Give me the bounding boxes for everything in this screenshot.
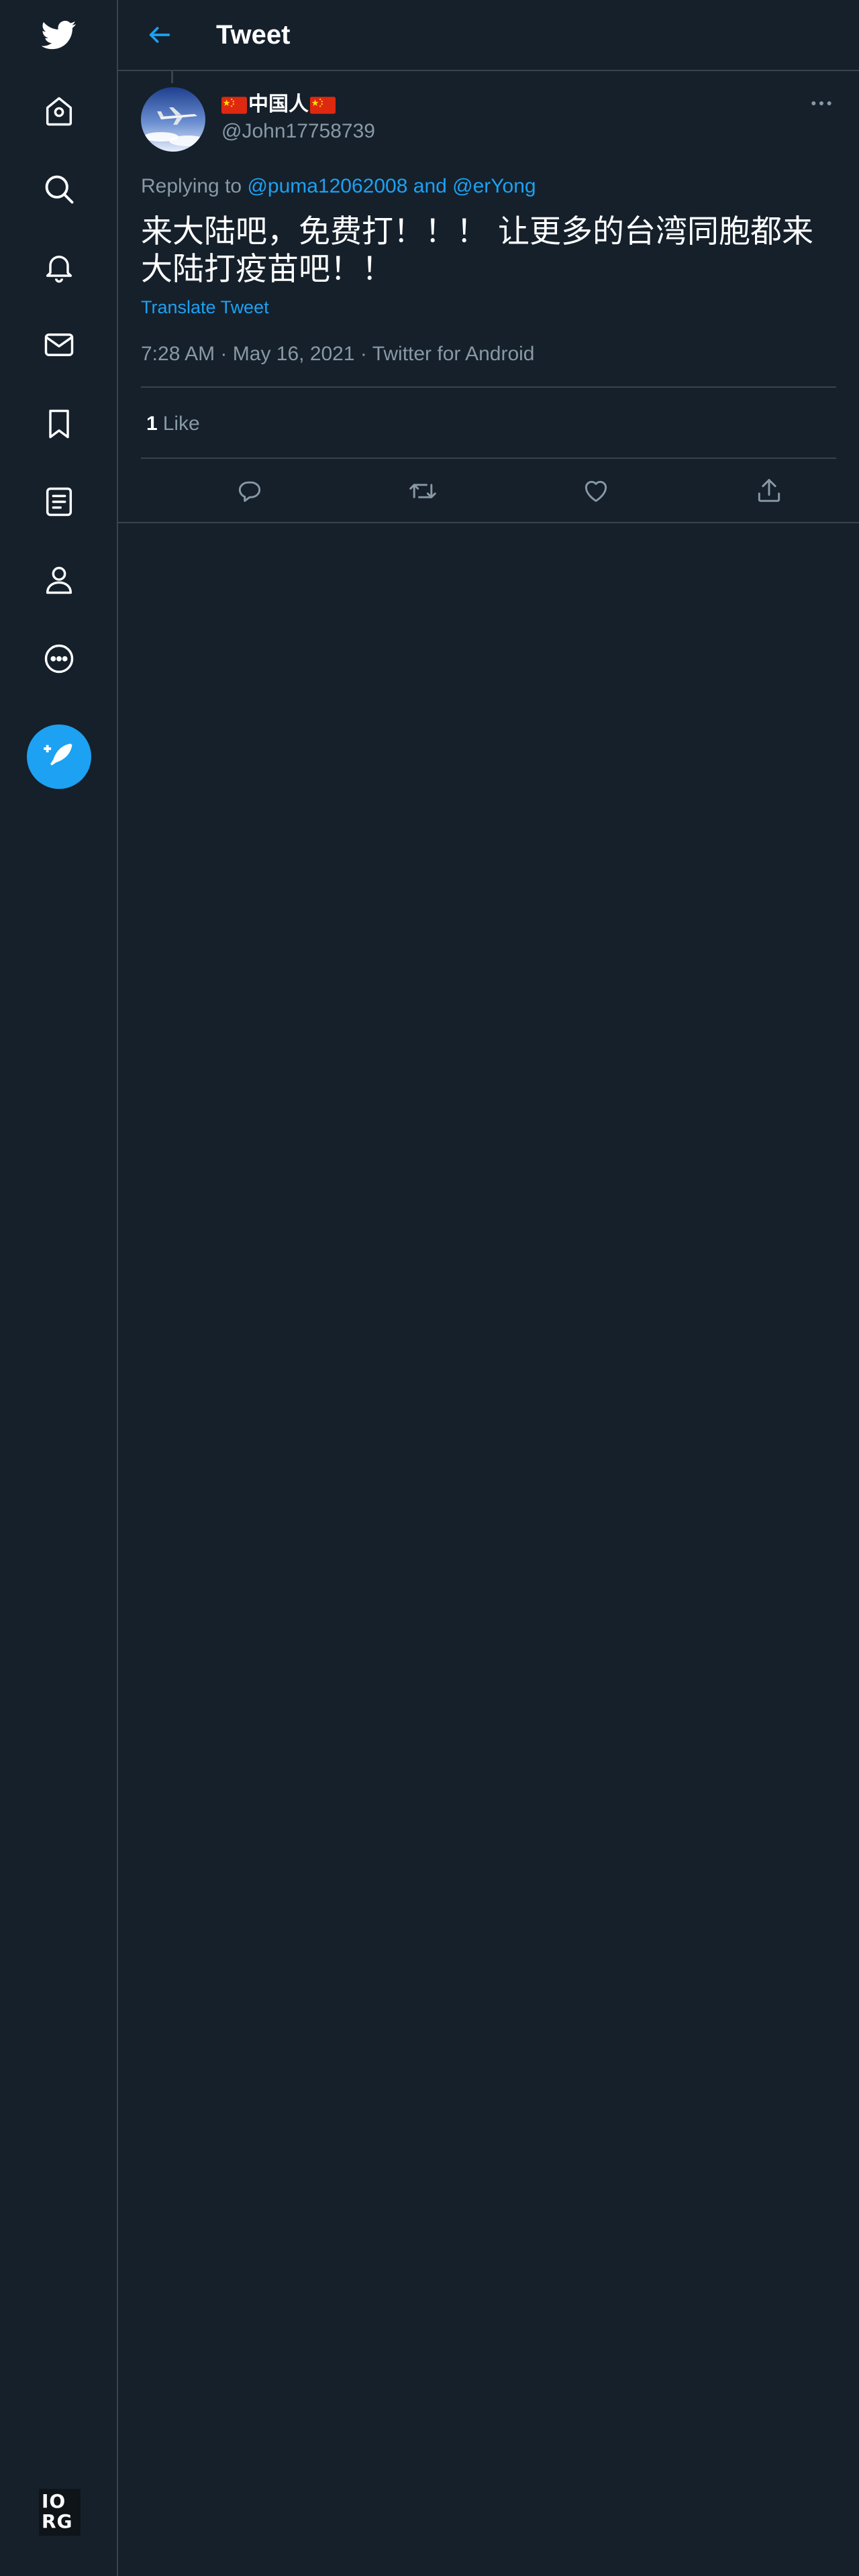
retweet-icon [409,484,436,498]
meta-separator: · [360,343,367,365]
bookmark-icon[interactable] [34,398,85,449]
iorg-logo: IO RG [39,2489,81,2536]
heart-icon [585,480,607,502]
user-handle[interactable]: @John17758739 [221,118,375,145]
display-name-text: 中国人 [248,93,309,115]
like-button[interactable] [574,470,617,513]
home-icon[interactable] [34,86,85,137]
notifications-bell-icon[interactable] [34,241,85,292]
tweet-time[interactable]: 7:28 AM [141,343,215,365]
page-header: Tweet [118,0,859,71]
like-count-number: 1 [146,413,158,435]
replying-to-and: and [413,175,447,197]
back-button[interactable] [138,13,181,56]
like-count-label: Like [162,413,200,435]
tweet-actions-bar [141,463,836,519]
cn-flag-icon [310,95,336,114]
iorg-logo-line1: IO [42,2490,66,2512]
divider [141,458,836,459]
tweet-text: 来大陆吧，免费打！！！ 让更多的台湾同胞都来大陆打疫苗吧！！ [141,213,813,288]
reply-button[interactable] [228,470,271,513]
tweet-source[interactable]: Twitter for Android [372,343,535,365]
tweet-metadata: 7:28 AM · May 16, 2021 · Twitter for And… [141,341,534,368]
retweet-button[interactable] [401,470,444,513]
meta-separator: · [220,343,228,365]
tweet-date[interactable]: May 16, 2021 [233,343,355,365]
messages-envelope-icon[interactable] [34,319,85,370]
replying-to-prefix: Replying to [141,175,242,197]
more-dots-icon [811,101,831,105]
twitter-logo-icon[interactable] [34,9,85,60]
thread-connector-line [171,71,173,83]
translate-tweet-link[interactable]: Translate Tweet [141,295,269,319]
divider [141,386,836,388]
more-options-button[interactable] [803,90,840,117]
compose-tweet-button[interactable] [27,724,91,789]
reply-icon [238,481,261,502]
more-circle-icon[interactable] [34,633,85,684]
avatar[interactable] [141,87,205,152]
lists-icon[interactable] [34,476,85,527]
back-arrow-icon [149,27,170,43]
mention-link-2[interactable]: @erYong [452,175,536,197]
profile-icon[interactable] [34,554,85,605]
compose-feather-icon [44,743,72,765]
search-icon[interactable] [34,164,85,215]
iorg-logo-line2: RG [42,2510,73,2532]
page-title: Tweet [216,20,291,50]
tweet-bottom-border [118,522,859,523]
replying-to-line: Replying to @puma12062008 and @erYong [141,173,536,200]
share-icon [758,479,780,502]
main-column: Tweet 中国人 @John17758739 Replying to @pum… [118,0,859,2576]
display-name[interactable]: 中国人 [221,91,336,118]
sidebar-nav: IO RG [0,0,118,2576]
mention-link-1[interactable]: @puma12062008 [247,175,407,197]
share-button[interactable] [748,470,791,513]
likes-count[interactable]: 1 Like [146,411,200,437]
cn-flag-icon [221,95,247,114]
